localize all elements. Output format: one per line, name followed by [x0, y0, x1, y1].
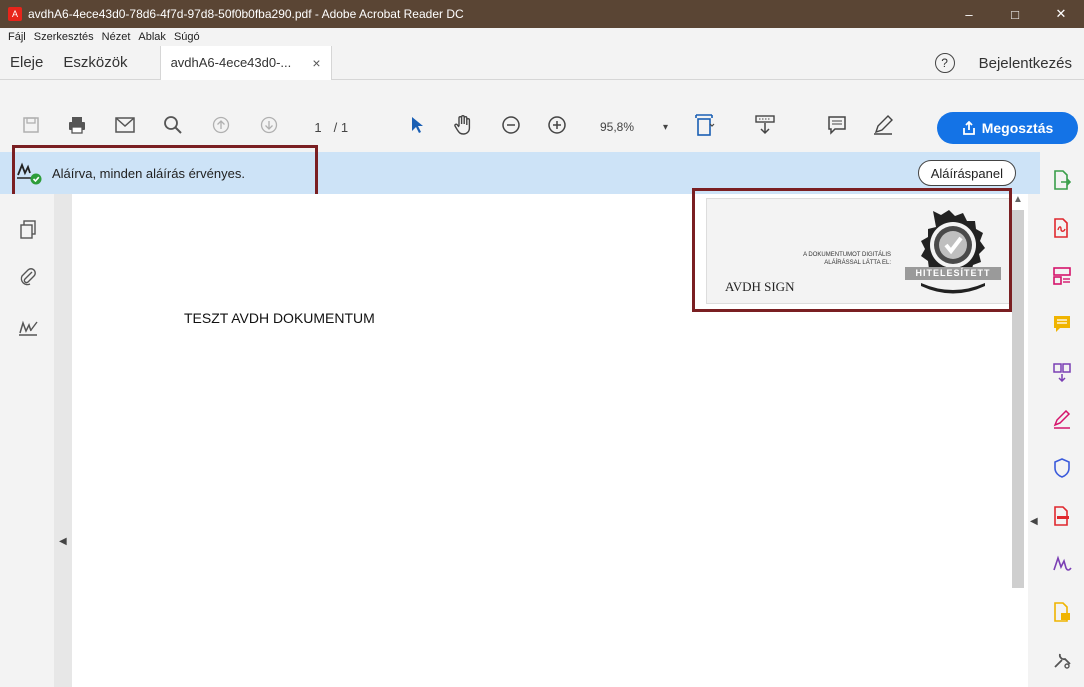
zoom-in-icon[interactable]	[544, 112, 570, 138]
scrollbar-thumb[interactable]	[1012, 210, 1024, 588]
menu-help[interactable]: Súgó	[174, 31, 200, 43]
request-signature-icon[interactable]	[1050, 552, 1074, 576]
comment-tool-icon[interactable]	[1050, 312, 1074, 336]
tab-bar: Eleje Eszközök avdhA6-4ece43d0-... × ? B…	[0, 45, 1084, 80]
export-pdf-icon[interactable]	[1050, 168, 1074, 192]
menu-edit[interactable]: Szerkesztés	[34, 31, 94, 43]
minimize-button[interactable]: –	[946, 0, 992, 28]
menu-file[interactable]: Fájl	[8, 31, 26, 43]
left-panel-gutter[interactable]: ◀	[54, 194, 72, 687]
redact-pdf-icon[interactable]	[1050, 504, 1074, 528]
signatures-panel-icon[interactable]	[16, 316, 40, 340]
tab-document[interactable]: avdhA6-4ece43d0-... ×	[159, 45, 332, 80]
menu-window[interactable]: Ablak	[138, 31, 166, 43]
attachment-icon[interactable]	[16, 264, 40, 288]
title-bar: A avdhA6-4ece43d0-78d6-4f7d-97d8-50f0b0f…	[0, 0, 1084, 28]
hand-tool-icon[interactable]	[450, 112, 476, 138]
left-navigation-rail	[0, 194, 54, 687]
page-current[interactable]: 1	[306, 120, 330, 135]
tab-tools[interactable]: Eszközök	[53, 46, 137, 80]
scroll-mode-icon[interactable]	[752, 112, 778, 138]
organize-pages-icon[interactable]	[1050, 264, 1074, 288]
protect-icon[interactable]	[1050, 456, 1074, 480]
save-icon[interactable]	[18, 112, 44, 138]
page-thumbnails-icon[interactable]	[16, 218, 40, 242]
zoom-value: 95,8%	[600, 120, 635, 134]
tab-home[interactable]: Eleje	[0, 46, 53, 80]
search-icon[interactable]	[160, 112, 186, 138]
scroll-up-icon[interactable]: ▲	[1013, 194, 1023, 205]
signature-panel-button[interactable]: Aláíráspanel	[917, 160, 1016, 186]
acrobat-app-icon: A	[8, 7, 22, 21]
expand-panel-icon[interactable]: ◀	[59, 536, 67, 547]
send-for-review-icon[interactable]	[1050, 600, 1074, 624]
document-heading: TESZT AVDH DOKUMENTUM	[184, 310, 375, 326]
tab-document-label: avdhA6-4ece43d0-...	[170, 55, 292, 70]
email-icon[interactable]	[112, 112, 138, 138]
highlight-pen-icon[interactable]	[870, 112, 896, 138]
tab-close-icon[interactable]: ×	[312, 55, 320, 71]
sign-in-link[interactable]: Bejelentkezés	[979, 55, 1072, 72]
collapse-right-panel-icon[interactable]: ◀	[1030, 516, 1038, 527]
highlight-box-stamp	[692, 188, 1012, 312]
create-pdf-icon[interactable]	[1050, 216, 1074, 240]
page-total: / 1	[333, 120, 349, 135]
share-button[interactable]: Megosztás	[937, 112, 1078, 144]
close-button[interactable]: ✕	[1038, 0, 1084, 28]
window-title: avdhA6-4ece43d0-78d6-4f7d-97d8-50f0b0fba…	[28, 7, 464, 21]
menu-view[interactable]: Nézet	[102, 31, 131, 43]
print-icon[interactable]	[64, 112, 90, 138]
previous-page-icon[interactable]	[208, 112, 234, 138]
toolbar: 1 / 1 95,8% ▾	[0, 80, 1084, 145]
zoom-select[interactable]: 95,8% ▾	[594, 116, 674, 138]
share-button-label: Megosztás	[981, 120, 1054, 136]
page-indicator: 1 / 1	[306, 120, 348, 135]
right-tools-rail	[1040, 152, 1084, 687]
menu-bar: Fájl Szerkesztés Nézet Ablak Súgó	[0, 28, 1084, 46]
help-icon[interactable]: ?	[934, 53, 955, 73]
zoom-out-icon[interactable]	[498, 112, 524, 138]
more-tools-icon[interactable]	[1050, 648, 1074, 672]
next-page-icon[interactable]	[256, 112, 282, 138]
compress-pdf-icon[interactable]	[1050, 360, 1074, 384]
fill-sign-icon[interactable]	[1050, 408, 1074, 432]
select-cursor-icon[interactable]	[404, 112, 430, 138]
chevron-down-icon: ▾	[662, 121, 668, 133]
share-icon	[962, 121, 975, 135]
maximize-button[interactable]: □	[992, 0, 1038, 28]
vertical-scrollbar[interactable]: ▲	[1012, 194, 1028, 687]
fit-page-icon[interactable]	[692, 112, 718, 138]
comment-icon[interactable]	[824, 112, 850, 138]
